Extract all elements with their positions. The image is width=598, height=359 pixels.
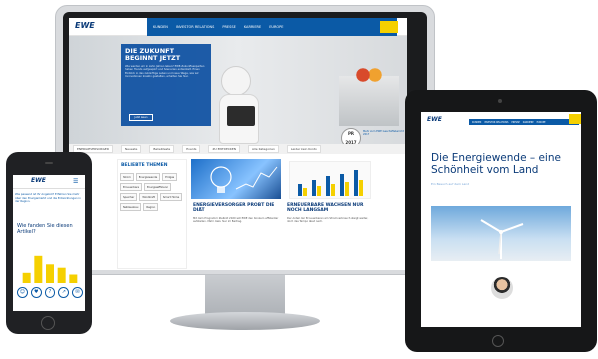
phone-intro-text: Wie passend ist Ihr Angebot? Erfahren Si… — [15, 192, 81, 203]
topic-tag[interactable]: Windkraft — [139, 193, 158, 201]
article-body: Der Anteil der Erneuerbaren am Stromverb… — [287, 217, 369, 224]
hero-title: DIE ZUKUNFT BEGINNT JETZT — [125, 48, 207, 62]
nav-item[interactable]: PRESSE — [511, 121, 519, 124]
feedback-icons: ☺ ♥ ? ↗ ✉ — [17, 287, 83, 303]
lightbulb-image — [191, 159, 281, 199]
robot-head — [221, 66, 251, 96]
ewe-logo[interactable]: EWE — [31, 177, 46, 184]
nav-item[interactable]: KUNDEN — [153, 25, 168, 29]
nav-item[interactable]: PRESSE — [222, 25, 235, 29]
hero-title-line2: BEGINNT JETZT — [125, 54, 181, 62]
author-avatar — [491, 277, 513, 299]
nav-item[interactable]: EUROPE — [537, 121, 546, 124]
article-title[interactable]: ERNEUERBARE WACHSEN NUR NOCH LANGSAM — [287, 203, 373, 213]
tablet-screen: EWE KUNDEN INVESTOR RELATIONS PRESSE KAR… — [421, 112, 581, 327]
tag-list: Strom Energiewende Erdgas Erneuerbare En… — [118, 171, 186, 213]
hamburger-icon[interactable]: ☰ — [73, 178, 78, 185]
fruit-bowl — [354, 68, 384, 82]
rating-bar — [69, 274, 78, 283]
filter-item[interactable]: Alle Kategorien — [248, 145, 279, 153]
filter-item[interactable]: Beliebteste — [149, 145, 175, 153]
article-subtitle: Ein Besuch auf dem Land — [431, 182, 470, 186]
topic-tag[interactable]: Energiewende — [135, 173, 161, 181]
rating-bar — [22, 272, 31, 283]
filter-item[interactable]: ZU ENTDECKEN — [208, 145, 241, 153]
tablet-home-button[interactable] — [492, 335, 504, 347]
monitor-base — [170, 312, 320, 330]
topics-panel: BELIEBTE THEMEN Strom Energiewende Erdga… — [117, 159, 187, 269]
ewe-logo[interactable]: EWE — [427, 116, 442, 123]
pr-text[interactable]: Mehr zum EWE Geschäftsbericht 2017 — [363, 130, 407, 142]
rating-bar — [57, 267, 66, 283]
monitor-stand — [205, 275, 285, 315]
article-headline: Die Energiewende – eine Schönheit vom La… — [431, 152, 561, 176]
rating-bar — [46, 264, 54, 283]
article-title[interactable]: ENERGIEVERSORGER PROBT DIE DIÄT — [193, 203, 279, 213]
phone-home-button[interactable] — [41, 316, 55, 330]
nav-item[interactable]: KARRIERE — [244, 25, 261, 29]
question-icon[interactable]: ? — [44, 287, 56, 298]
heart-icon[interactable]: ♥ — [30, 287, 42, 298]
topic-tag[interactable]: Netzausbau — [120, 203, 142, 211]
tablet-nav: KUNDEN INVESTOR RELATIONS PRESSE KARRIER… — [469, 119, 579, 125]
nav-item[interactable]: KARRIERE — [523, 121, 534, 124]
phone-screen: EWE ☰ Wie passend ist Ihr Angebot? Erfah… — [13, 175, 85, 311]
article-body: Mit dem Programm Zielbild 2020 will EWE … — [193, 217, 279, 224]
lightbulb-graphic — [210, 166, 278, 193]
filter-item[interactable]: Leider kein Konto — [286, 145, 321, 153]
nav-item[interactable]: INVESTOR RELATIONS — [176, 25, 214, 29]
topic-tag[interactable]: Speicher — [120, 193, 138, 201]
article-card-diet[interactable]: ENERGIEVERSORGER PROBT DIE DIÄT Mit dem … — [191, 159, 281, 269]
hero-banner: PR 2017 Mehr zum EWE Geschäftsbericht 201… — [69, 36, 407, 148]
nav-item[interactable]: INVESTOR RELATIONS — [484, 121, 508, 124]
yellow-cta[interactable] — [569, 114, 581, 124]
topic-tag[interactable]: Strom — [120, 173, 134, 181]
topic-tag[interactable]: Smart Home — [159, 193, 183, 201]
tablet-camera — [498, 99, 502, 103]
topic-tag[interactable]: Erneuerbare — [120, 183, 143, 191]
wind-turbine-image — [431, 206, 571, 261]
desktop-screen: EWE KUNDEN INVESTOR RELATIONS PRESSE KAR… — [69, 18, 407, 270]
windmill-graphic — [480, 219, 524, 259]
rating-bars — [22, 255, 78, 283]
robot-tablet — [227, 106, 255, 126]
mail-icon[interactable]: ✉ — [72, 287, 83, 298]
filter-item[interactable]: Neueste — [120, 145, 142, 153]
topic-tag[interactable]: Region — [143, 203, 159, 211]
topics-title: BELIEBTE THEMEN — [121, 163, 168, 168]
rating-question: Wie fanden Sie diesen Artikel? — [17, 223, 73, 235]
pr-badge-line1: PR — [347, 131, 354, 136]
topic-tag[interactable]: Energieeffizienz — [144, 183, 171, 191]
filter-item[interactable]: Events — [182, 145, 201, 153]
renewables-chart — [289, 161, 371, 199]
phone-speaker — [45, 162, 53, 164]
article-card-renewables[interactable]: ERNEUERBARE WACHSEN NUR NOCH LANGSAM Der… — [285, 159, 375, 269]
share-icon[interactable]: ↗ — [58, 287, 70, 298]
smile-icon[interactable]: ☺ — [17, 287, 28, 298]
ewe-logo[interactable]: EWE — [75, 21, 115, 33]
yellow-cta[interactable] — [380, 21, 398, 33]
desktop-nav: KUNDEN INVESTOR RELATIONS PRESSE KARRIER… — [147, 18, 397, 36]
nav-item[interactable]: KUNDEN — [472, 121, 481, 124]
topic-tag[interactable]: Erdgas — [162, 173, 178, 181]
filter-bar: ENERGIEVERSORGER Neueste Beliebteste Eve… — [69, 144, 407, 154]
hero-button[interactable]: Jetzt lesen — [129, 114, 153, 121]
nav-item[interactable]: EUROPE — [269, 25, 283, 29]
hero-body: Wie werden wir in zehn Jahren leben? EWE… — [125, 65, 205, 79]
rating-bar — [34, 255, 43, 283]
chart-bars — [298, 170, 363, 196]
kitchen-shelf — [339, 76, 399, 126]
